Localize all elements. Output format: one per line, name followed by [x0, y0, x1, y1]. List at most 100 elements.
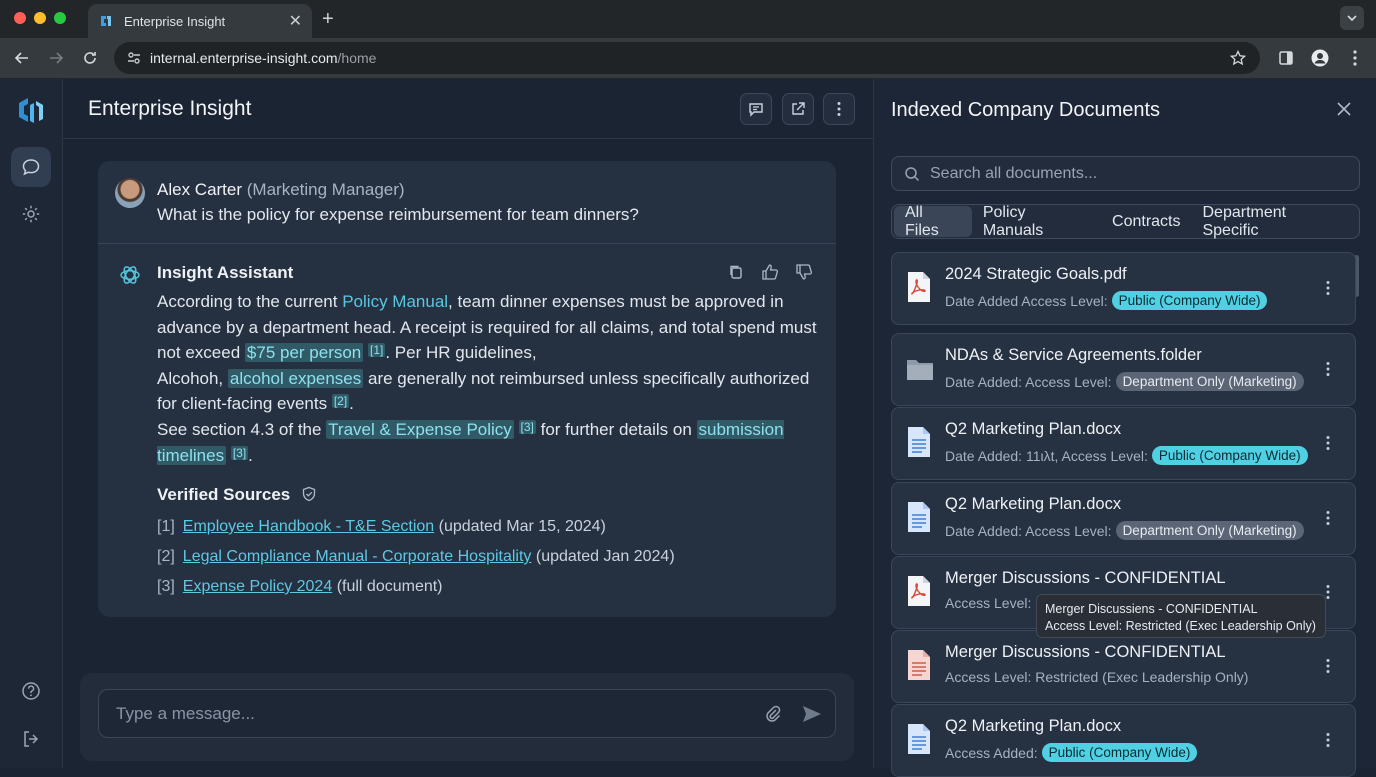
- highlight-alcohol-expenses[interactable]: alcohol expenses: [227, 368, 364, 388]
- close-tab-icon[interactable]: ✕: [289, 11, 302, 31]
- site-info-icon[interactable]: [126, 50, 142, 66]
- source-link[interactable]: Expense Policy 2024: [183, 578, 332, 595]
- document-item[interactable]: Q2 Marketing Plan.docx Access Added: Publ…: [891, 704, 1356, 777]
- citation-1[interactable]: [1]: [368, 343, 386, 358]
- left-rail: [0, 79, 63, 768]
- tab-search-button[interactable]: [1340, 6, 1364, 30]
- thumbs-up-icon[interactable]: [761, 263, 779, 281]
- tab-policy-manuals[interactable]: Policy Manuals: [972, 204, 1101, 239]
- forward-button[interactable]: [46, 48, 66, 68]
- document-name: NDAs & Service Agreements.folder: [945, 346, 1202, 364]
- profile-icon: [1311, 49, 1329, 67]
- arrow-left-icon: [14, 52, 28, 64]
- document-item[interactable]: Q2 Marketing Plan.docx Date Added: Acces…: [891, 482, 1356, 555]
- doc-icon: [908, 724, 930, 754]
- shield-check-icon: [302, 486, 316, 502]
- profile-button[interactable]: [1310, 48, 1330, 68]
- back-button[interactable]: [12, 48, 32, 68]
- more-vertical-icon: [1326, 659, 1330, 673]
- feedback-button[interactable]: [740, 93, 772, 125]
- reload-icon: [84, 52, 96, 64]
- reload-button[interactable]: [80, 48, 100, 68]
- gear-icon: [22, 205, 40, 223]
- url-host: internal.enterprise-insight.com: [150, 50, 338, 66]
- chevron-down-icon: [1347, 15, 1357, 22]
- document-item[interactable]: Q2 Marketing Plan.docx Date Added: 11ιλt…: [891, 407, 1356, 480]
- document-name: Merger Discussions - CONFIDENTIAL: [945, 643, 1226, 661]
- document-item[interactable]: NDAs & Service Agreements.folder Date Ad…: [891, 333, 1356, 406]
- paperclip-icon[interactable]: [764, 704, 782, 724]
- user-avatar: [115, 178, 145, 208]
- assistant-name: Insight Assistant: [157, 263, 294, 282]
- close-icon[interactable]: [1334, 99, 1354, 119]
- minimize-window-button[interactable]: [34, 12, 46, 24]
- source-link[interactable]: Employee Handbook - T&E Section: [183, 518, 434, 535]
- document-name: Merger Discussions - CONFIDENTIAL: [945, 569, 1226, 587]
- copy-icon[interactable]: [727, 263, 745, 281]
- side-panel-button[interactable]: [1276, 48, 1296, 68]
- tab-contracts[interactable]: Contracts: [1101, 206, 1191, 237]
- document-menu-button[interactable]: [1320, 507, 1336, 529]
- question-text: What is the policy for expense reimburse…: [157, 205, 639, 224]
- document-menu-button[interactable]: [1320, 729, 1336, 751]
- rail-logout-button[interactable]: [11, 719, 51, 759]
- app-logo-icon[interactable]: [17, 95, 45, 125]
- thumbs-down-icon[interactable]: [795, 263, 813, 281]
- document-name: Q2 Marketing Plan.docx: [945, 420, 1122, 438]
- pdf-icon: [908, 576, 930, 606]
- highlight-75-per-person[interactable]: $75 per person: [244, 343, 364, 363]
- pdf-icon: [908, 272, 930, 302]
- maximize-window-button[interactable]: [54, 12, 66, 24]
- new-tab-button[interactable]: +: [322, 8, 334, 31]
- source-link[interactable]: Legal Compliance Manual - Corporate Hosp…: [183, 548, 532, 565]
- answer-text: for further details on: [535, 419, 697, 439]
- arrow-right-icon: [50, 52, 64, 64]
- external-link-icon: [792, 102, 805, 115]
- user-name: Alex Carter: [157, 180, 243, 199]
- message-input[interactable]: Type a message...: [98, 689, 836, 738]
- open-external-button[interactable]: [782, 93, 814, 125]
- policy-manual-link[interactable]: Policy Manual: [342, 292, 448, 311]
- travel-expense-policy-link[interactable]: Travel & Expense Policy: [326, 419, 514, 439]
- browser-menu-button[interactable]: [1345, 48, 1365, 68]
- side-panel-icon: [1279, 51, 1293, 65]
- citation-2[interactable]: [2]: [331, 394, 350, 409]
- chat-header: Enterprise Insight: [63, 79, 873, 139]
- message-square-icon: [749, 103, 763, 117]
- send-icon[interactable]: [801, 704, 823, 724]
- rail-chat-button[interactable]: [11, 147, 51, 187]
- user-name-line: Alex Carter (Marketing Manager): [157, 180, 405, 200]
- browser-tab[interactable]: Enterprise Insight ✕: [88, 4, 312, 38]
- document-meta-text: Date Added: Access Level:: [945, 522, 1112, 539]
- verified-sources-title: Verified Sources: [157, 485, 291, 504]
- bookmark-star-icon[interactable]: [1230, 50, 1246, 66]
- close-window-button[interactable]: [14, 12, 26, 24]
- document-meta-text: Access Level:: [945, 595, 1032, 611]
- tab-department-specific[interactable]: Department Specific: [1191, 204, 1357, 239]
- access-badge: Public (Company Wide): [1041, 743, 1198, 762]
- filter-tabs: All Files Policy Manuals Contracts Depar…: [891, 204, 1360, 239]
- tab-all-files[interactable]: All Files: [894, 204, 972, 239]
- address-bar[interactable]: internal.enterprise-insight.com/home: [114, 42, 1260, 74]
- more-vertical-icon: [1326, 511, 1330, 525]
- document-search-input[interactable]: Search all documents...: [891, 156, 1360, 191]
- tooltip-body: Access Level: Restricted (Exec Leadershi…: [1045, 619, 1316, 633]
- document-menu-button[interactable]: [1320, 655, 1336, 677]
- document-item[interactable]: 2024 Strategic Goals.pdf Date Added Acce…: [891, 252, 1356, 325]
- answer-text: See section 4.3 of the: [157, 419, 327, 439]
- document-menu-button[interactable]: [1320, 432, 1336, 454]
- citation-3[interactable]: [3]: [518, 419, 536, 434]
- url-path: /home: [337, 50, 377, 66]
- source-note: (full document): [336, 578, 443, 595]
- browser-toolbar: internal.enterprise-insight.com/home: [0, 38, 1376, 79]
- document-menu-button[interactable]: [1320, 358, 1336, 380]
- rail-help-button[interactable]: [11, 671, 51, 711]
- search-icon: [905, 166, 920, 181]
- answer-text: .: [248, 445, 253, 465]
- citation-3b[interactable]: [3]: [230, 445, 249, 460]
- message-placeholder: Type a message...: [116, 703, 255, 723]
- document-menu-button[interactable]: [1320, 277, 1336, 299]
- rail-settings-button[interactable]: [11, 194, 51, 234]
- document-item[interactable]: Merger Discussions - CONFIDENTIAL Access…: [891, 630, 1356, 703]
- chat-more-button[interactable]: [823, 93, 855, 125]
